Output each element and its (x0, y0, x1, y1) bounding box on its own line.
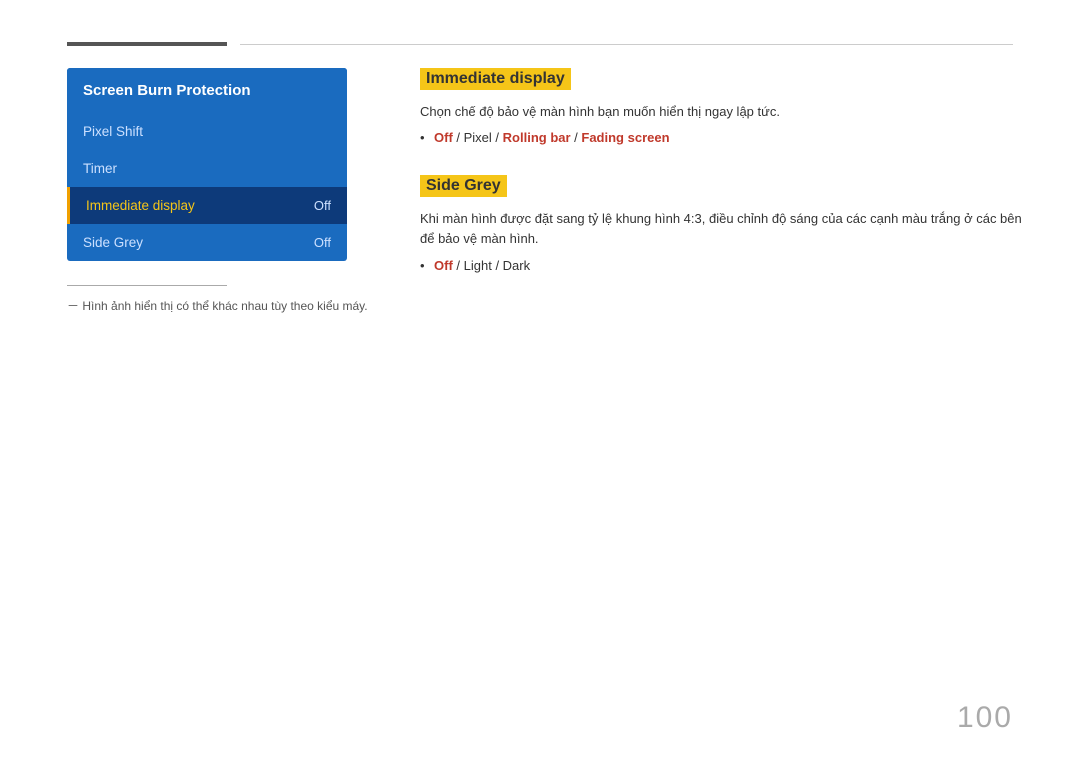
menu-item-immediate-display-value: Off (314, 198, 331, 213)
menu-item-immediate-display-label: Immediate display (86, 198, 195, 213)
menu-item-pixel-shift[interactable]: Pixel Shift (67, 113, 347, 150)
menu-item-timer-label: Timer (83, 161, 117, 176)
menu-item-timer[interactable]: Timer (67, 150, 347, 187)
top-line-dark (67, 42, 227, 46)
menu-item-side-grey[interactable]: Side Grey Off (67, 224, 347, 261)
side-grey-title: Side Grey (420, 175, 507, 197)
immediate-display-title: Immediate display (420, 68, 571, 90)
menu-panel: Screen Burn Protection Pixel Shift Timer… (67, 68, 347, 261)
opt-rolling-bar: Rolling bar (503, 130, 571, 145)
sg-opt-sep1: / (453, 258, 464, 273)
menu-item-immediate-display[interactable]: Immediate display Off (67, 187, 347, 224)
opt-sep1: / (453, 130, 464, 145)
menu-divider (67, 285, 227, 286)
sg-opt-off: Off (434, 258, 453, 273)
menu-item-pixel-shift-label: Pixel Shift (83, 124, 143, 139)
side-grey-section: Side Grey Khi màn hình được đặt sang tỷ … (420, 175, 1033, 274)
opt-sep3: / (571, 130, 582, 145)
menu-item-side-grey-label: Side Grey (83, 235, 143, 250)
immediate-display-section: Immediate display Chọn chế độ bảo vệ màn… (420, 68, 1033, 145)
note-text: － Hình ảnh hiển thị có thể khác nhau tùy… (67, 297, 368, 314)
opt-fading-screen: Fading screen (581, 130, 669, 145)
content-area: Immediate display Chọn chế độ bảo vệ màn… (420, 68, 1033, 303)
side-grey-options: Off / Light / Dark (420, 258, 1033, 273)
opt-sep2: / (492, 130, 503, 145)
sg-opt-sep2: / (492, 258, 503, 273)
page-number: 100 (957, 701, 1013, 735)
sg-opt-light: Light (464, 258, 492, 273)
menu-title: Screen Burn Protection (67, 68, 347, 113)
sg-opt-dark: Dark (503, 258, 530, 273)
opt-pixel: Pixel (464, 130, 492, 145)
immediate-display-options: Off / Pixel / Rolling bar / Fading scree… (420, 130, 1033, 145)
immediate-display-desc: Chọn chế độ bảo vệ màn hình bạn muốn hiể… (420, 102, 1033, 122)
top-line-light (240, 44, 1013, 45)
opt-off: Off (434, 130, 453, 145)
menu-item-side-grey-value: Off (314, 235, 331, 250)
side-grey-desc: Khi màn hình được đặt sang tỷ lệ khung h… (420, 209, 1033, 251)
